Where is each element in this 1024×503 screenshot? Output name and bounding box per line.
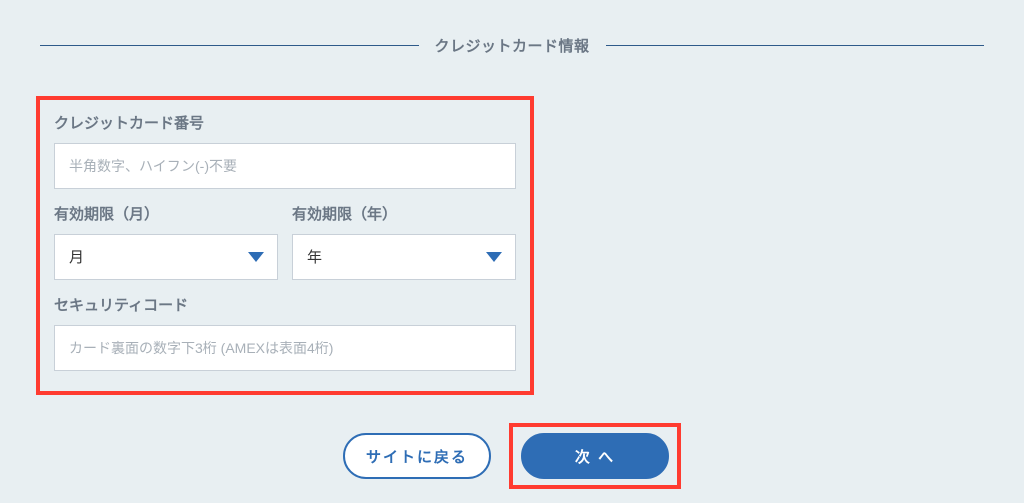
section-title: クレジットカード情報 <box>419 35 606 56</box>
exp-year-select-wrap: 年 <box>292 234 516 280</box>
security-code-input[interactable] <box>54 325 516 371</box>
next-button-highlight: 次 へ <box>509 423 681 489</box>
card-number-group: クレジットカード番号 <box>54 112 516 189</box>
divider-right <box>606 45 985 46</box>
section-header: クレジットカード情報 <box>0 0 1024 76</box>
credit-card-form-highlight: クレジットカード番号 有効期限（月） 月 有効期限（年） 年 セキュリティコード <box>36 96 534 395</box>
security-code-label: セキュリティコード <box>54 294 516 315</box>
exp-year-group: 有効期限（年） 年 <box>292 203 516 280</box>
card-number-label: クレジットカード番号 <box>54 112 516 133</box>
exp-month-group: 有効期限（月） 月 <box>54 203 278 280</box>
exp-month-select[interactable]: 月 <box>54 234 278 280</box>
exp-month-label: 有効期限（月） <box>54 203 278 224</box>
exp-month-select-wrap: 月 <box>54 234 278 280</box>
expiry-row: 有効期限（月） 月 有効期限（年） 年 <box>54 203 516 294</box>
exp-year-label: 有効期限（年） <box>292 203 516 224</box>
security-code-group: セキュリティコード <box>54 294 516 371</box>
back-button[interactable]: サイトに戻る <box>343 433 491 479</box>
card-number-input[interactable] <box>54 143 516 189</box>
button-row: サイトに戻る 次 へ <box>0 423 1024 489</box>
divider-left <box>40 45 419 46</box>
next-button[interactable]: 次 へ <box>521 433 669 479</box>
exp-year-select[interactable]: 年 <box>292 234 516 280</box>
